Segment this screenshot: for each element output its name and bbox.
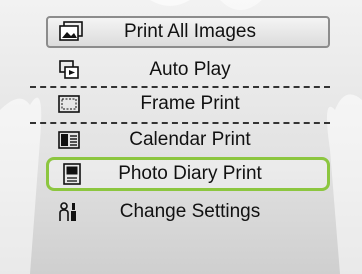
menu-item-label: Change Settings (119, 201, 261, 222)
printer-menu-screen: Print All Images Auto Play Frame Print C… (0, 0, 362, 274)
calendar-print-icon (54, 128, 84, 152)
menu-item-photo-diary-print[interactable]: Photo Diary Print (46, 157, 330, 191)
change-settings-icon (54, 200, 84, 224)
photo-diary-print-icon (57, 162, 87, 186)
menu-item-print-all-images[interactable]: Print All Images (46, 16, 330, 48)
menu-item-label: Auto Play (149, 59, 231, 80)
menu-item-frame-print[interactable]: Frame Print (46, 88, 330, 120)
menu-item-label: Print All Images (124, 21, 256, 42)
frame-print-icon (54, 92, 84, 116)
print-all-images-icon (56, 20, 86, 44)
menu-item-label: Frame Print (140, 93, 240, 114)
menu-item-change-settings[interactable]: Change Settings (46, 196, 330, 228)
menu-item-label: Photo Diary Print (118, 163, 262, 184)
menu-item-label: Calendar Print (129, 129, 251, 150)
menu-item-auto-play[interactable]: Auto Play (46, 54, 330, 86)
menu-item-calendar-print[interactable]: Calendar Print (46, 124, 330, 156)
auto-play-icon (54, 58, 84, 82)
